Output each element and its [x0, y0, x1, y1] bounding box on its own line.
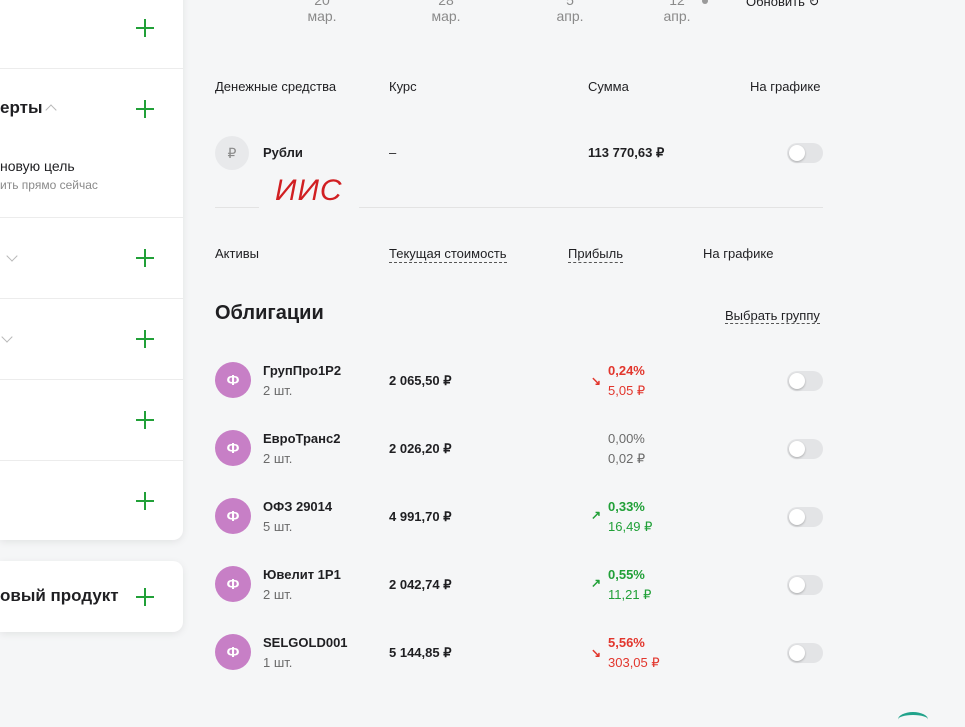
profit-percent: 0,55%: [608, 567, 645, 582]
arrow-up-icon: ↗: [591, 576, 602, 590]
timeline-date: 20 мар.: [297, 0, 347, 24]
select-group-link[interactable]: Выбрать группу: [725, 308, 820, 324]
account-label: ИИС: [259, 174, 359, 208]
date-month: мар.: [431, 8, 461, 24]
add-plus-icon[interactable]: [136, 100, 154, 118]
timeline-date: 12 апр.: [652, 0, 702, 24]
header-rate: Курс: [389, 79, 417, 94]
new-product-title[interactable]: овый продукт: [0, 586, 119, 606]
asset-price: 2 026,20 ₽: [389, 441, 452, 456]
profit-percent: 5,56%: [608, 635, 645, 650]
refresh-label: Обновить: [746, 0, 805, 9]
asset-name[interactable]: Ювелит 1Р1: [263, 567, 341, 582]
cash-name: Рубли: [263, 145, 303, 160]
bond-icon: Ф: [215, 634, 251, 670]
arrow-down-icon: ↘: [591, 374, 602, 388]
divider: [0, 460, 183, 461]
add-product-plus-icon[interactable]: [136, 588, 154, 606]
asset-name[interactable]: ЕвроТранс2: [263, 431, 340, 446]
profit-amount: 0,02 ₽: [608, 451, 646, 466]
asset-qty: 5 шт.: [263, 519, 293, 534]
asset-chart-toggle[interactable]: [787, 507, 823, 527]
asset-chart-toggle[interactable]: [787, 575, 823, 595]
timeline-date: 5 апр.: [545, 0, 595, 24]
add-plus-icon[interactable]: [136, 249, 154, 267]
profit-percent: 0,33%: [608, 499, 645, 514]
add-plus-icon[interactable]: [136, 492, 154, 510]
header-current-value[interactable]: Текущая стоимость: [389, 246, 507, 263]
divider: [0, 298, 183, 299]
asset-price: 5 144,85 ₽: [389, 645, 452, 660]
chat-bubble-icon[interactable]: [898, 712, 928, 727]
add-plus-icon[interactable]: [136, 411, 154, 429]
asset-chart-toggle[interactable]: [787, 643, 823, 663]
arrow-down-icon: ↘: [591, 646, 602, 660]
asset-price: 2 042,74 ₽: [389, 577, 452, 592]
date-day: 5: [566, 0, 574, 8]
header-on-chart: На графике: [703, 246, 774, 261]
bond-icon: Ф: [215, 430, 251, 466]
date-month: апр.: [663, 8, 691, 24]
profit-amount: 5,05 ₽: [608, 383, 646, 398]
profit-amount: 303,05 ₽: [608, 655, 660, 670]
asset-name[interactable]: ОФЗ 29014: [263, 499, 332, 514]
timeline-date: 28 мар.: [421, 0, 471, 24]
profit-percent: 0,00%: [608, 431, 645, 446]
date-day: 28: [438, 0, 454, 8]
bond-icon: Ф: [215, 498, 251, 534]
profit-amount: 16,49 ₽: [608, 519, 653, 534]
bond-icon: Ф: [215, 362, 251, 398]
asset-chart-toggle[interactable]: [787, 371, 823, 391]
divider: [0, 217, 183, 218]
section-title-experts[interactable]: ерты: [0, 98, 42, 118]
timeline-marker[interactable]: [702, 0, 708, 4]
divider: [0, 379, 183, 380]
asset-qty: 2 шт.: [263, 587, 293, 602]
refresh-icon: ↻: [808, 0, 820, 9]
sidebar-card: [0, 0, 183, 540]
ruble-icon: ₽: [215, 136, 249, 170]
cash-sum: 113 770,63 ₽: [588, 145, 665, 160]
asset-name[interactable]: ГрупПро1Р2: [263, 363, 341, 378]
add-plus-icon[interactable]: [136, 19, 154, 37]
cash-rate: –: [389, 145, 397, 160]
date-day: 20: [314, 0, 330, 8]
new-goal-subtitle: ить прямо сейчас: [0, 178, 98, 192]
asset-qty: 1 шт.: [263, 655, 293, 670]
asset-name[interactable]: SELGOLD001: [263, 635, 348, 650]
header-on-chart: На графике: [750, 79, 821, 94]
arrow-up-icon: ↗: [591, 508, 602, 522]
date-day: 12: [669, 0, 685, 8]
asset-price: 2 065,50 ₽: [389, 373, 452, 388]
asset-price: 4 991,70 ₽: [389, 509, 452, 524]
group-title: Облигации: [215, 302, 324, 324]
asset-chart-toggle[interactable]: [787, 439, 823, 459]
header-sum: Сумма: [588, 79, 629, 94]
header-assets: Активы: [215, 246, 259, 261]
date-month: апр.: [556, 8, 584, 24]
divider: [0, 68, 183, 69]
bond-icon: Ф: [215, 566, 251, 602]
profit-amount: 11,21 ₽: [608, 587, 652, 602]
add-plus-icon[interactable]: [136, 330, 154, 348]
asset-qty: 2 шт.: [263, 383, 293, 398]
header-cash: Денежные средства: [215, 79, 337, 94]
header-profit[interactable]: Прибыль: [568, 246, 623, 263]
profit-percent: 0,24%: [608, 363, 645, 378]
cash-chart-toggle[interactable]: [787, 143, 823, 163]
new-goal-title[interactable]: новую цель: [0, 158, 75, 174]
asset-qty: 2 шт.: [263, 451, 293, 466]
date-month: мар.: [307, 8, 337, 24]
refresh-button[interactable]: Обновить ↻: [746, 0, 819, 10]
